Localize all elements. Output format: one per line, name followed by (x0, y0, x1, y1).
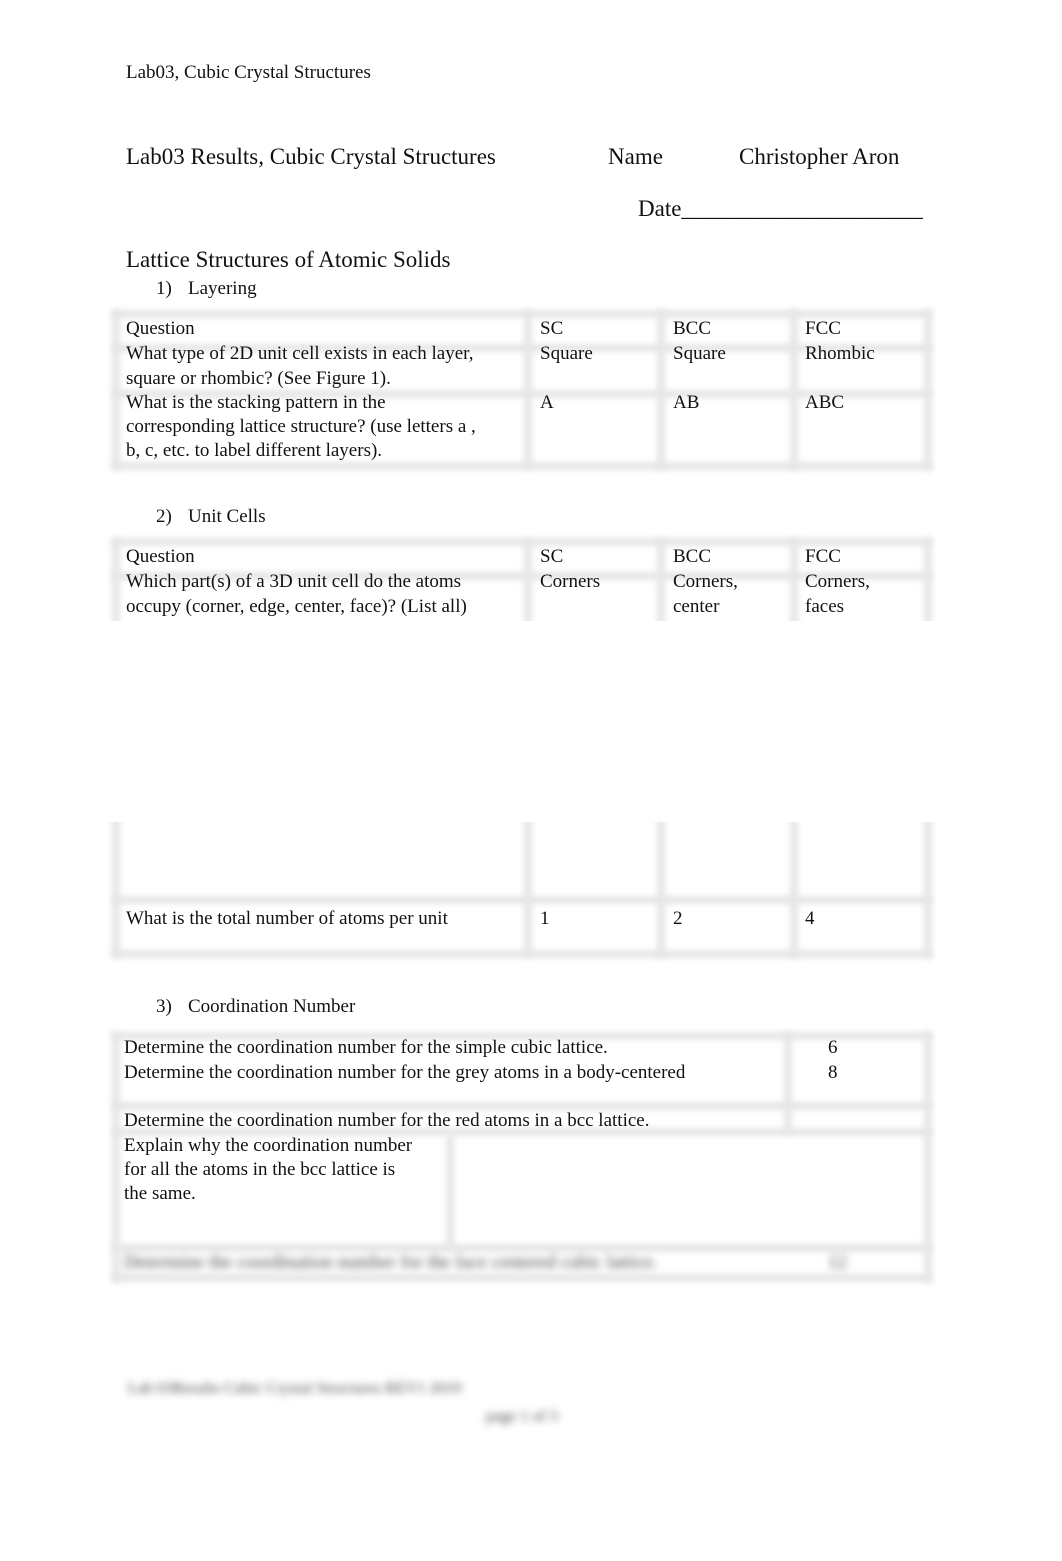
header-sc: SC (540, 546, 564, 567)
layering-table: Question SC BCC FCC What type of 2D unit… (112, 310, 932, 470)
answer-bcc[interactable]: 2 (673, 907, 683, 932)
obscured-question: Determine the coordination number for th… (124, 1252, 658, 1273)
answer-line: faces (805, 595, 845, 617)
coordination-table: Determine the coordination number for th… (112, 1032, 932, 1282)
subsection-title: Coordination Number (188, 996, 356, 1017)
question-cell: Which part(s) of a 3D unit cell do the a… (126, 570, 467, 619)
page-number: page 1 of 3 (486, 1408, 558, 1425)
question-line: b, c, etc. to label different layers). (126, 440, 383, 461)
question-cell: What type of 2D unit cell exists in each… (126, 342, 473, 391)
section-title: Lattice Structures of Atomic Solids (126, 247, 451, 272)
header-fcc: FCC (805, 318, 841, 339)
question-line: Which part(s) of a 3D unit cell do the a… (126, 571, 462, 592)
answer-cell[interactable]: 6 (828, 1036, 838, 1061)
answer-fcc[interactable]: ABC (805, 391, 844, 416)
answer-sc[interactable]: Square (540, 342, 593, 367)
running-header: Lab03, Cubic Crystal Structures (126, 62, 371, 83)
answer-fcc[interactable]: Corners, faces (805, 570, 870, 619)
header-fcc: FCC (805, 546, 841, 567)
question-cell: What is the total number of atoms per un… (126, 908, 448, 929)
question-line: square or rhombic? (See Figure 1). (126, 367, 391, 389)
date-blank[interactable]: _____________________ (681, 196, 923, 221)
answer-fcc[interactable]: Rhombic (805, 342, 875, 367)
obscured-answer: 12 (828, 1252, 847, 1273)
answer-sc[interactable]: 1 (540, 907, 550, 932)
name-label: Name (608, 144, 663, 169)
subsection-layering: 1) Layering (156, 278, 257, 300)
date-field[interactable]: Date_____________________ (638, 196, 923, 222)
answer-bcc[interactable]: Square (673, 342, 726, 367)
subsection-number: 3) (156, 996, 172, 1017)
question-line: occupy (corner, edge, center, face)? (Li… (126, 595, 467, 617)
question-line: the same. (124, 1183, 196, 1204)
header-question: Question (126, 546, 195, 567)
question-cell: Determine the coordination number for th… (124, 1037, 608, 1058)
subsection-number: 2) (156, 506, 172, 527)
answer-sc[interactable]: A (540, 391, 554, 416)
answer-bcc[interactable]: AB (673, 391, 699, 416)
date-label: Date (638, 196, 682, 221)
header-bcc: BCC (673, 546, 712, 567)
answer-line: Corners (540, 571, 601, 592)
answer-fcc[interactable]: 4 (805, 907, 815, 932)
explain-question: Explain why the coordination number for … (124, 1134, 412, 1206)
subsection-coordination: 3) Coordination Number (156, 996, 355, 1018)
explain-answer-field[interactable] (458, 1140, 918, 1240)
question-line: Explain why the coordination number (124, 1135, 413, 1156)
header-question: Question (126, 318, 195, 339)
answer-line: center (673, 595, 720, 617)
question-line: corresponding lattice structure? (use le… (126, 416, 476, 437)
subsection-title: Layering (188, 278, 257, 299)
subsection-number: 1) (156, 278, 172, 299)
question-cell: Determine the coordination number for th… (124, 1110, 650, 1131)
answer-line: Corners, (805, 571, 870, 592)
question-line: for all the atoms in the bcc lattice is (124, 1159, 396, 1180)
name-value[interactable]: Christopher Aron (739, 144, 899, 170)
footer-line: Lab 03Results Cubic Crystal Structures R… (128, 1380, 462, 1397)
answer-line: Corners, (673, 571, 738, 592)
subsection-title: Unit Cells (188, 506, 266, 527)
answer-bcc[interactable]: Corners, center (673, 570, 738, 619)
header-bcc: BCC (673, 318, 712, 339)
question-cell: What is the stacking pattern in the corr… (126, 391, 476, 463)
redaction-mask (100, 621, 960, 822)
document-title: Lab03 Results, Cubic Crystal Structures (126, 144, 496, 169)
question-line: What is the stacking pattern in the (126, 392, 386, 413)
question-line: What type of 2D unit cell exists in each… (126, 343, 474, 364)
header-sc: SC (540, 318, 564, 339)
question-cell: Determine the coordination number for th… (124, 1062, 686, 1083)
answer-cell[interactable]: 8 (828, 1061, 838, 1086)
subsection-unit-cells: 2) Unit Cells (156, 506, 266, 528)
answer-sc[interactable]: Corners (540, 570, 600, 595)
